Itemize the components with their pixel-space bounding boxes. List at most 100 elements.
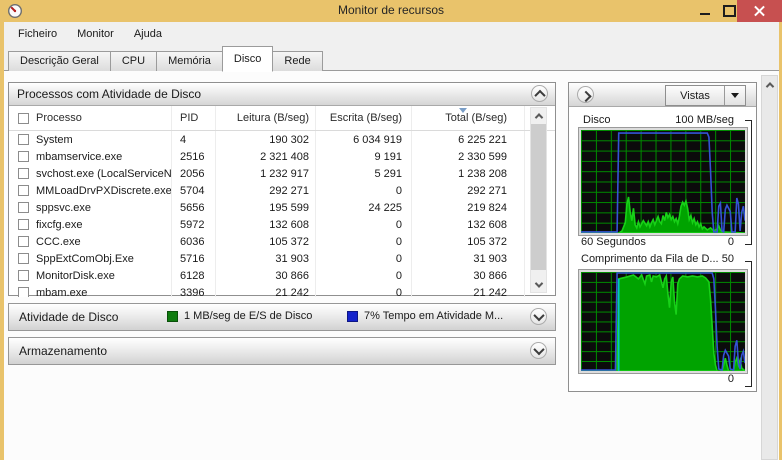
tab-rede[interactable]: Rede bbox=[272, 51, 323, 71]
scrollbar-thumb[interactable] bbox=[531, 124, 546, 270]
maximize-icon bbox=[722, 5, 736, 17]
close-button[interactable] bbox=[737, 0, 782, 22]
process-checkbox[interactable] bbox=[18, 134, 29, 145]
sort-indicator-icon bbox=[459, 108, 467, 113]
blue-swatch-icon bbox=[347, 310, 358, 322]
total-cell: 219 824 bbox=[412, 199, 525, 216]
process-checkbox[interactable] bbox=[18, 219, 29, 230]
process-name-cell: fixcfg.exe bbox=[9, 216, 172, 233]
process-name-cell: sppsvc.exe bbox=[9, 199, 172, 216]
titlebar: Monitor de recursos bbox=[0, 0, 782, 22]
process-checkbox[interactable] bbox=[18, 202, 29, 213]
table-row: mbam.exe 3396 21 242 0 21 242 bbox=[9, 284, 555, 297]
queue-chart-max-label: 50 bbox=[721, 253, 734, 265]
views-split-button[interactable]: Vistas bbox=[665, 85, 746, 106]
write-cell: 5 291 bbox=[316, 165, 412, 182]
views-dropdown-arrow[interactable] bbox=[724, 86, 745, 105]
pid-cell: 2056 bbox=[172, 165, 216, 182]
menu-monitor[interactable]: Monitor bbox=[67, 25, 124, 43]
total-cell: 30 866 bbox=[412, 267, 525, 284]
collapse-processes-button[interactable] bbox=[531, 85, 548, 102]
process-checkbox[interactable] bbox=[18, 236, 29, 247]
pid-cell: 6128 bbox=[172, 267, 216, 284]
process-checkbox[interactable] bbox=[18, 253, 29, 264]
process-checkbox[interactable] bbox=[18, 151, 29, 162]
process-name-cell: MMLoadDrvPXDiscrete.exe bbox=[9, 182, 172, 199]
total-cell: 31 903 bbox=[412, 250, 525, 267]
client-area: Processos com Atividade de Disco Process… bbox=[4, 71, 779, 460]
tab-disco[interactable]: Disco bbox=[221, 46, 274, 72]
menu-ajuda[interactable]: Ajuda bbox=[124, 25, 172, 43]
legend-active-time: 7% Tempo em Atividade M... bbox=[347, 310, 503, 322]
process-table-scrollbar[interactable] bbox=[530, 107, 547, 293]
chevron-up-icon bbox=[765, 81, 774, 91]
write-cell: 0 bbox=[316, 216, 412, 233]
tab-cpu[interactable]: CPU bbox=[109, 51, 158, 71]
disk-chart-plot bbox=[581, 130, 745, 233]
main-scrollbar[interactable] bbox=[761, 75, 778, 460]
read-cell: 132 608 bbox=[216, 216, 316, 233]
total-cell: 105 372 bbox=[412, 233, 525, 250]
total-cell: 132 608 bbox=[412, 216, 525, 233]
tab-strip: Descrição Geral CPU Memória Disco Rede bbox=[4, 46, 779, 72]
read-cell: 31 903 bbox=[216, 250, 316, 267]
expand-disk-activity-button[interactable] bbox=[530, 308, 547, 325]
total-cell: 21 242 bbox=[412, 284, 525, 297]
collapse-charts-button[interactable] bbox=[577, 86, 594, 103]
process-name-cell: svchost.exe (LocalServiceNo... bbox=[9, 165, 172, 182]
main-scroll-up-button[interactable] bbox=[762, 76, 777, 93]
disk-chart-max-label: 100 MB/seg bbox=[675, 114, 734, 126]
resource-monitor-window: Monitor de recursos Ficheiro Monitor Aju… bbox=[0, 0, 782, 460]
menu-bar: Ficheiro Monitor Ajuda bbox=[4, 22, 779, 46]
chevron-down-icon bbox=[532, 309, 545, 321]
column-processo[interactable]: Processo bbox=[9, 106, 172, 130]
column-leitura[interactable]: Leitura (B/seg) bbox=[216, 106, 316, 130]
queue-chart bbox=[578, 269, 748, 374]
column-pid[interactable]: PID bbox=[172, 106, 216, 130]
disk-activity-title: Atividade de Disco bbox=[19, 310, 119, 324]
write-cell: 0 bbox=[316, 267, 412, 284]
disk-chart-min-label: 0 bbox=[727, 236, 734, 248]
process-name-cell: mbamservice.exe bbox=[9, 148, 172, 165]
process-checkbox[interactable] bbox=[18, 287, 29, 297]
write-cell: 0 bbox=[316, 182, 412, 199]
expand-storage-button[interactable] bbox=[530, 342, 547, 359]
views-button-label[interactable]: Vistas bbox=[666, 86, 724, 105]
process-name-cell: System bbox=[9, 131, 172, 148]
read-cell: 195 599 bbox=[216, 199, 316, 216]
select-all-checkbox[interactable] bbox=[18, 112, 29, 124]
write-cell: 0 bbox=[316, 250, 412, 267]
chevron-up-icon bbox=[533, 89, 546, 101]
write-cell: 9 191 bbox=[316, 148, 412, 165]
table-row: sppsvc.exe 5656 195 599 24 225 219 824 bbox=[9, 199, 555, 216]
process-name-cell: mbam.exe bbox=[9, 284, 172, 297]
disk-chart-x-label: 60 Segundos bbox=[581, 236, 646, 248]
total-cell: 6 225 221 bbox=[412, 131, 525, 148]
charts-panel-header: Vistas bbox=[569, 83, 756, 107]
table-row: MMLoadDrvPXDiscrete.exe 5704 292 271 0 292 2… bbox=[9, 182, 555, 199]
table-row: mbamservice.exe 2516 2 321 408 9 191 2 330 5… bbox=[9, 148, 555, 165]
queue-chart-scale-bracket bbox=[745, 261, 752, 387]
dropdown-arrow-icon bbox=[731, 93, 739, 98]
process-checkbox[interactable] bbox=[18, 270, 29, 281]
column-escrita[interactable]: Escrita (B/seg) bbox=[316, 106, 412, 130]
process-name-cell: CCC.exe bbox=[9, 233, 172, 250]
pid-cell: 5716 bbox=[172, 250, 216, 267]
column-total[interactable]: Total (B/seg) bbox=[412, 106, 525, 130]
disk-chart bbox=[578, 127, 748, 236]
disk-chart-scale-bracket bbox=[745, 120, 752, 245]
menu-ficheiro[interactable]: Ficheiro bbox=[8, 25, 67, 43]
tab-descricao-geral[interactable]: Descrição Geral bbox=[8, 51, 111, 71]
window-title: Monitor de recursos bbox=[337, 3, 445, 17]
chevron-right-icon bbox=[579, 90, 592, 102]
total-cell: 1 238 208 bbox=[412, 165, 525, 182]
scroll-up-button[interactable] bbox=[531, 108, 546, 123]
table-row: CCC.exe 6036 105 372 0 105 372 bbox=[9, 233, 555, 250]
process-table-header: Processo PID Leitura (B/seg) Escrita (B/… bbox=[9, 106, 555, 131]
process-checkbox[interactable] bbox=[18, 168, 29, 179]
read-cell: 2 321 408 bbox=[216, 148, 316, 165]
pid-cell: 5704 bbox=[172, 182, 216, 199]
process-checkbox[interactable] bbox=[18, 185, 29, 196]
scroll-down-button[interactable] bbox=[531, 277, 546, 292]
tab-memoria[interactable]: Memória bbox=[156, 51, 223, 71]
